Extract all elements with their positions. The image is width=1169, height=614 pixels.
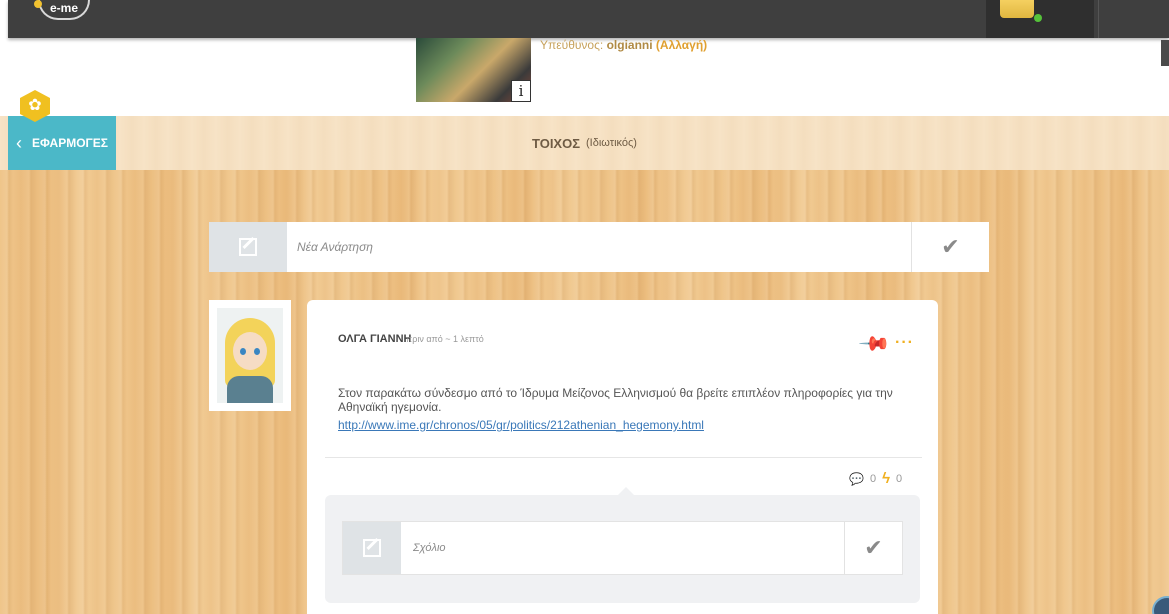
comment-icon[interactable]: 💬 (849, 472, 864, 486)
comment-input[interactable] (401, 522, 841, 574)
user-avatar[interactable] (1000, 0, 1034, 18)
post-text: Στον παρακάτω σύνδεσμο από το Ίδρυμα Μεί… (338, 386, 893, 414)
edit-icon (363, 539, 381, 557)
applications-button[interactable]: ‹ ΕΦΑΡΜΟΓΕΣ (8, 116, 116, 170)
bolt-icon[interactable]: ϟ (882, 470, 890, 487)
avatar-image (217, 308, 283, 403)
user-menu[interactable] (986, 0, 1094, 38)
owner-line: Υπεύθυνος: olgianni (Αλλαγή) (540, 38, 707, 52)
author-avatar[interactable] (209, 300, 291, 411)
chevron-left-icon: ‹ (16, 132, 22, 153)
logo-dot (34, 0, 42, 8)
wall-privacy: (Ιδιωτικός) (586, 137, 637, 149)
change-owner-link[interactable]: (Αλλαγή) (656, 38, 707, 52)
owner-name: olgianni (606, 38, 653, 52)
post-card: ΟΛΓΑ ΓΙΑΝΝΗ πριν από ~ 1 λεπτό 📌 ··· Στο… (307, 300, 938, 614)
new-post-input[interactable] (287, 222, 911, 272)
post-stats: 💬 0 ϟ 0 (849, 470, 902, 487)
top-navbar: e-me (8, 0, 1169, 38)
post-time: πριν από ~ 1 λεπτό (406, 334, 484, 344)
owner-prefix: Υπεύθυνος: (540, 38, 604, 52)
logo-text: e-me (49, 1, 78, 15)
new-post-bar: ✔ (209, 222, 989, 272)
post-author[interactable]: ΟΛΓΑ ΓΙΑΝΝΗ (338, 333, 411, 345)
more-icon[interactable]: ··· (895, 334, 914, 352)
comment-area: ✔ (325, 487, 920, 603)
scrollbar-thumb[interactable] (1161, 40, 1169, 66)
post-link[interactable]: http://www.ime.gr/chronos/05/gr/politics… (338, 418, 704, 432)
info-icon[interactable]: i (511, 80, 531, 102)
group-cover-image: i (416, 38, 531, 102)
new-post-edit-box[interactable] (209, 222, 287, 272)
submit-post-button[interactable]: ✔ (911, 222, 989, 272)
checkmark-icon: ✔ (864, 535, 883, 560)
topbar-divider (1098, 0, 1099, 38)
applications-label: ΕΦΑΡΜΟΓΕΣ (32, 136, 108, 150)
comment-bar: ✔ (342, 521, 903, 575)
comment-edit-box[interactable] (343, 522, 401, 574)
online-status-icon (1034, 14, 1042, 22)
likes-count: 0 (896, 472, 903, 485)
post-divider (325, 457, 922, 458)
page-title: ΤΟΙΧΟΣ (Ιδιωτικός) (0, 116, 1169, 170)
wall-title: ΤΟΙΧΟΣ (532, 135, 581, 151)
checkmark-icon: ✔ (941, 234, 960, 259)
submit-comment-button[interactable]: ✔ (844, 522, 902, 574)
comments-count: 0 (869, 472, 877, 485)
eme-logo[interactable]: e-me (34, 0, 90, 20)
edit-icon (239, 238, 257, 256)
pin-icon[interactable]: 📌 (857, 327, 890, 360)
